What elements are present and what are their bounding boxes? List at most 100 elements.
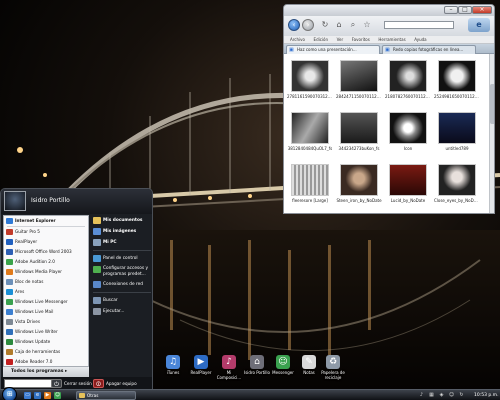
desktop-shortcut[interactable]: ♫ iTunes: [158, 355, 188, 375]
thumbnail-item[interactable]: Steen_iron_by_NoDate: [336, 164, 382, 203]
drive-icon: [6, 319, 13, 325]
place-item[interactable]: Mis imágenes: [91, 226, 152, 237]
thumbnail-item[interactable]: 2842471150070112867...: [336, 60, 382, 99]
vertical-scrollbar[interactable]: [489, 54, 494, 213]
thumbnail-caption: Icon: [403, 146, 413, 151]
desktop-shortcut[interactable]: ♪ Mi Composici...: [214, 355, 244, 380]
shutdown-button[interactable]: ⏼ Apagar equipo: [93, 378, 137, 389]
program-list: Internet Explorer Guitar Pro 5 RealPlayer M…: [3, 215, 89, 367]
thumbnail-item[interactable]: 2781161590070312867...: [287, 60, 333, 99]
start-button[interactable]: ⊞: [2, 387, 17, 400]
program-item[interactable]: Vista Drives: [4, 317, 88, 327]
thumbnail-item[interactable]: Icon: [385, 112, 431, 151]
program-item[interactable]: Windows Live Messenger: [4, 297, 88, 307]
recycle-bin-icon: ♻: [326, 355, 340, 369]
thumbnail-caption: 2842471150070112867...: [336, 94, 382, 99]
place-item[interactable]: Buscar: [91, 295, 152, 306]
notes-icon: ✎: [302, 355, 316, 369]
place-item[interactable]: Ejecutar...: [91, 306, 152, 317]
thumbnail-item[interactable]: 344234273buKon_fs: [336, 112, 382, 151]
thumbnail-item[interactable]: 3812840484QuOL7_fs: [287, 112, 333, 151]
menu-herramientas[interactable]: Herramientas: [378, 36, 405, 44]
taskbar-window-button[interactable]: Otras: [76, 391, 136, 400]
scrollbar-thumb[interactable]: [490, 84, 494, 124]
reader-icon: [6, 359, 13, 365]
program-item[interactable]: Adobe Reader 7.0: [4, 357, 88, 367]
realplayer-icon: ▶: [194, 355, 208, 369]
desktop-shortcut-label: Mi Composici...: [216, 370, 242, 380]
computer-icon: [93, 239, 101, 246]
shield-icon[interactable]: ◈: [438, 392, 445, 399]
thumbnail-item[interactable]: 2524981650070112867...: [434, 60, 480, 99]
program-item[interactable]: Bloc de notas: [4, 277, 88, 287]
program-item[interactable]: RealPlayer: [4, 237, 88, 247]
thumbnail-item[interactable]: untitled789: [434, 112, 480, 151]
window-titlebar[interactable]: – □ ×: [284, 5, 494, 16]
clock[interactable]: 10:53 p.m.: [474, 391, 499, 400]
search-icon[interactable]: ⌕: [348, 20, 358, 30]
ie-icon[interactable]: e: [34, 392, 41, 399]
messenger-tray-icon[interactable]: ☺: [448, 392, 455, 399]
menu-favoritos[interactable]: Favoritos: [352, 36, 370, 44]
menu-edicion[interactable]: Edición: [314, 36, 328, 44]
favorites-icon[interactable]: ☆: [362, 20, 372, 30]
desktop-shortcut[interactable]: ▶ RealPlayer: [186, 355, 216, 375]
home-icon[interactable]: ⌂: [334, 20, 344, 30]
network-icon[interactable]: ▦: [428, 392, 435, 399]
desktop-shortcut-label: RealPlayer: [190, 370, 212, 375]
menu-ver[interactable]: Ver: [337, 36, 344, 44]
thumbnail-grid: 2781161590070312867... 28424711500701128…: [284, 54, 489, 213]
thumbnail-item[interactable]: Close_eyes_by_NoDate: [434, 164, 480, 203]
thumbnail-item[interactable]: fleeresore [Large]: [287, 164, 333, 203]
menu-archivo[interactable]: Archivo: [290, 36, 305, 44]
minimize-button[interactable]: –: [444, 6, 458, 14]
thumbnail-item[interactable]: Lucid_by_NoDate: [385, 164, 431, 203]
close-button[interactable]: ×: [472, 6, 492, 14]
notepad-icon: [6, 279, 13, 285]
program-item[interactable]: Microsoft Office Word 2003: [4, 247, 88, 257]
program-item[interactable]: Windows Live Mail: [4, 307, 88, 317]
back-button[interactable]: ‹: [288, 19, 300, 31]
program-item[interactable]: Windows Media Player: [4, 267, 88, 277]
program-item[interactable]: Internet Explorer: [4, 216, 88, 226]
show-desktop-icon[interactable]: ▭: [24, 392, 31, 399]
program-label: Adobe Audition 2.0: [15, 259, 55, 264]
program-item[interactable]: Caja de herramientas: [4, 347, 88, 357]
forward-button[interactable]: ›: [302, 19, 314, 31]
place-item[interactable]: Mis documentos: [91, 215, 152, 226]
tab-strip: ▣ Haz como una presentación... ▣ Redo co…: [284, 44, 494, 54]
maximize-button[interactable]: □: [458, 6, 472, 14]
thumbnail-image: [340, 60, 378, 92]
thumbnail-image: [438, 60, 476, 92]
media-player-icon[interactable]: ▶: [44, 392, 51, 399]
desktop-shortcut[interactable]: ♻ Papelera de reciclaje: [318, 355, 348, 380]
log-off-button[interactable]: ⏻ Cerrar sesión: [51, 378, 92, 389]
menu-ayuda[interactable]: Ayuda: [414, 36, 426, 44]
address-field[interactable]: [384, 21, 454, 29]
update-icon[interactable]: ↻: [458, 392, 465, 399]
thumbnail-image: [291, 112, 329, 144]
tab-presentation[interactable]: ▣ Haz como una presentación...: [286, 45, 380, 54]
avatar[interactable]: [4, 191, 26, 211]
program-item[interactable]: Ares: [4, 287, 88, 297]
place-item[interactable]: Configurar accesos y programas predet...: [91, 264, 152, 279]
program-item[interactable]: Windows Update: [4, 337, 88, 347]
thumbnail-caption: 2180782760070112867...: [385, 94, 431, 99]
writer-icon: [6, 329, 13, 335]
program-item[interactable]: Windows Live Writer: [4, 327, 88, 337]
refresh-icon[interactable]: ↻: [320, 20, 330, 30]
all-programs-button[interactable]: Todos los programas ▸: [3, 367, 89, 377]
place-item[interactable]: Mi PC: [91, 237, 152, 248]
volume-icon[interactable]: ♪: [418, 392, 425, 399]
messenger-icon[interactable]: ☺: [54, 392, 61, 399]
place-item[interactable]: Conexiones de red: [91, 279, 152, 290]
program-item[interactable]: Guitar Pro 5: [4, 227, 88, 237]
program-item[interactable]: Adobe Audition 2.0: [4, 257, 88, 267]
divider: [93, 292, 151, 293]
place-label: Buscar: [103, 298, 118, 303]
tab-photo-copies[interactable]: ▣ Redo copias fotográficas en línea...: [382, 45, 476, 54]
tab-label: Haz como una presentación...: [297, 47, 357, 52]
place-item[interactable]: Panel de control: [91, 253, 152, 264]
messenger-icon: [6, 299, 13, 305]
thumbnail-item[interactable]: 2180782760070112867...: [385, 60, 431, 99]
